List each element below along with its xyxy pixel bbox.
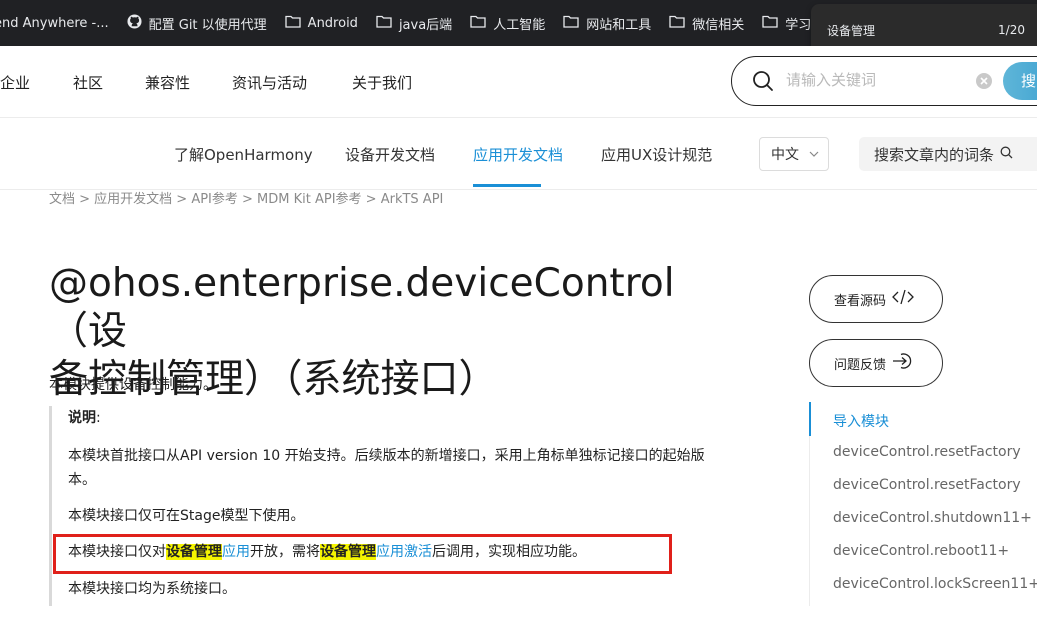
code-icon xyxy=(886,289,914,309)
bookmark-folder[interactable]: java后端 xyxy=(376,0,452,46)
clear-icon[interactable] xyxy=(975,72,993,94)
folder-icon xyxy=(563,15,586,32)
bookmark-folder[interactable]: Android xyxy=(285,0,358,46)
doc-search-label: 搜索文章内的词条 xyxy=(874,145,995,164)
doc-search-button[interactable]: 搜索文章内的词条 xyxy=(859,137,1037,171)
feedback-button[interactable]: 问题反馈 xyxy=(809,339,943,387)
nav-link-about-us[interactable]: 关于我们 xyxy=(352,72,412,93)
folder-icon xyxy=(285,15,308,32)
bookmark-item[interactable]: 配置 Git 以使用代理 xyxy=(127,0,267,46)
note-block: 说明: 本模块首批接口从API version 10 开始支持。后续版本的新增接… xyxy=(49,406,729,606)
toc-item[interactable]: deviceControl.reboot11+ xyxy=(833,543,1009,559)
toc-rail xyxy=(809,436,810,606)
toc-item[interactable]: deviceControl.shutdown11+ xyxy=(833,510,1032,526)
page-title-line1: @ohos.enterprise.deviceControl（设 xyxy=(49,261,675,354)
bookmark-label: 网站和工具 xyxy=(586,17,652,33)
bookmark-label: end Anywhere -... xyxy=(0,15,109,31)
note-paragraph-1: 本模块首批接口从API version 10 开始支持。后续版本的新增接口，采用… xyxy=(68,448,705,488)
folder-icon xyxy=(762,15,785,32)
find-query[interactable]: 设备管理 xyxy=(827,22,875,39)
chevron-down-icon xyxy=(809,146,819,162)
language-select[interactable]: 中文 xyxy=(759,137,829,171)
toc-item[interactable]: deviceControl.resetFactory xyxy=(833,477,1021,493)
search-input[interactable] xyxy=(784,70,954,90)
note-heading-colon: : xyxy=(96,410,101,426)
search-icon xyxy=(752,70,774,96)
bookmark-folder[interactable]: 人工智能 xyxy=(470,0,545,46)
note-heading-label: 说明 xyxy=(68,410,96,426)
tab-app-ux-design[interactable]: 应用UX设计规范 xyxy=(601,144,712,165)
toc-item[interactable]: deviceControl.resetFactory xyxy=(833,444,1021,460)
note-heading: 说明: xyxy=(68,406,728,430)
feedback-label: 问题反馈 xyxy=(834,357,887,373)
nav-link-compatibility[interactable]: 兼容性 xyxy=(145,72,190,93)
bookmark-folder[interactable]: 网站和工具 xyxy=(563,0,651,46)
bookmark-label: Android xyxy=(307,15,358,31)
site-search-box[interactable] xyxy=(731,56,1037,106)
breadcrumb[interactable]: 文档 > 应用开发文档 > API参考 > MDM Kit API参考 > Ar… xyxy=(49,188,443,207)
note-paragraph-4: 本模块接口均为系统接口。 xyxy=(68,581,236,597)
note-paragraph-2: 本模块接口仅可在Stage模型下使用。 xyxy=(68,508,305,524)
bookmark-label: 微信相关 xyxy=(692,17,745,33)
tab-app-dev-docs[interactable]: 应用开发文档 xyxy=(473,144,563,165)
bookmark-label: 配置 Git 以使用代理 xyxy=(148,17,267,33)
folder-icon xyxy=(470,15,493,32)
search-button[interactable]: 搜 xyxy=(1003,62,1037,100)
intro-text: 本模块提供设备控制能力。 xyxy=(49,377,217,393)
folder-icon xyxy=(669,15,692,32)
view-source-label: 查看源码 xyxy=(834,293,887,309)
tab-device-dev-docs[interactable]: 设备开发文档 xyxy=(345,144,435,165)
nav-link-community[interactable]: 社区 xyxy=(73,72,103,93)
find-match-count: 1/20 xyxy=(998,23,1025,37)
search-icon xyxy=(1000,145,1013,163)
language-label: 中文 xyxy=(771,147,799,163)
toc-item[interactable]: deviceControl.lockScreen11+ xyxy=(833,576,1037,592)
active-tab-indicator xyxy=(473,184,541,187)
nav-link-news-events[interactable]: 资讯与活动 xyxy=(232,72,307,93)
folder-icon xyxy=(376,15,399,32)
github-icon xyxy=(127,13,149,33)
bookmark-label: java后端 xyxy=(398,17,453,33)
view-source-button[interactable]: 查看源码 xyxy=(809,275,943,323)
bookmark-item[interactable]: end Anywhere -... xyxy=(0,0,109,46)
feedback-icon xyxy=(886,351,916,375)
red-annotation-box xyxy=(53,534,672,574)
toc-active-indicator xyxy=(809,402,811,436)
toc-item-import-module[interactable]: 导入模块 xyxy=(833,411,889,431)
tab-about-openharmony[interactable]: 了解OpenHarmony xyxy=(174,144,313,165)
bookmark-label: 人工智能 xyxy=(493,17,546,33)
nav-link-enterprise[interactable]: 企业 xyxy=(0,72,30,93)
bookmark-folder[interactable]: 微信相关 xyxy=(669,0,744,46)
